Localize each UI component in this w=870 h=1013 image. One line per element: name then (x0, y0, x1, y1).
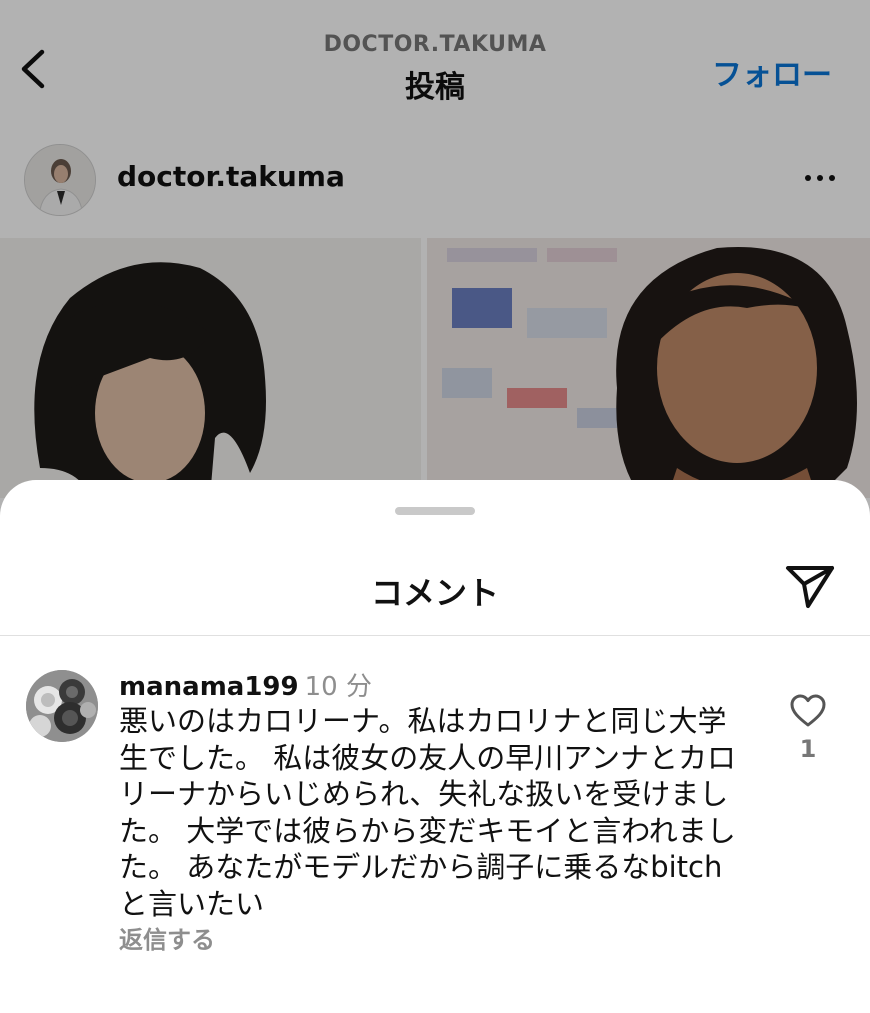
comment-text: 悪いのはカロリーナ。私はカロリナと同じ大学 生でした。 私は彼女の友人の早川アン… (119, 703, 759, 922)
comment-item: manama199 10 分 悪いのはカロリーナ。私はカロリナと同じ大学 生でした… (0, 665, 870, 985)
comment-text-line: と言いたい (119, 886, 265, 921)
comment-like-count: 1 (799, 735, 817, 763)
comment-text-line: た。 大学では彼らから変だキモイと言われまし (119, 813, 736, 848)
comment-text-line: リーナからいじめられ、失礼な扱いを受けまし (119, 777, 729, 811)
comment-meta: manama199 10 分 (119, 666, 372, 703)
comment-text-line: 悪いのはカロリーナ。私はカロリナと同じ大学 (119, 704, 727, 738)
share-button[interactable] (784, 560, 836, 612)
comment-text-line: 生でした。 私は彼女の友人の早川アンナとカロ (119, 740, 737, 775)
comments-title: コメント (370, 574, 499, 612)
comment-timestamp: 10 分 (304, 672, 372, 702)
paper-plane-icon (786, 566, 834, 608)
commenter-avatar[interactable] (26, 670, 98, 742)
comments-sheet: コメント manama199 10 分 悪いのはカロリーナ。私はカロリナと同じ大… (0, 480, 870, 1013)
heart-outline-icon (790, 694, 826, 727)
sheet-divider (0, 635, 870, 636)
sheet-drag-handle[interactable] (395, 507, 475, 515)
comment-like-button[interactable] (789, 692, 827, 730)
comment-text-line: た。 あなたがモデルだから調子に乗るなbitch (119, 850, 723, 884)
reply-button[interactable]: 返信する (119, 920, 215, 955)
commenter-username[interactable]: manama199 (119, 672, 299, 702)
